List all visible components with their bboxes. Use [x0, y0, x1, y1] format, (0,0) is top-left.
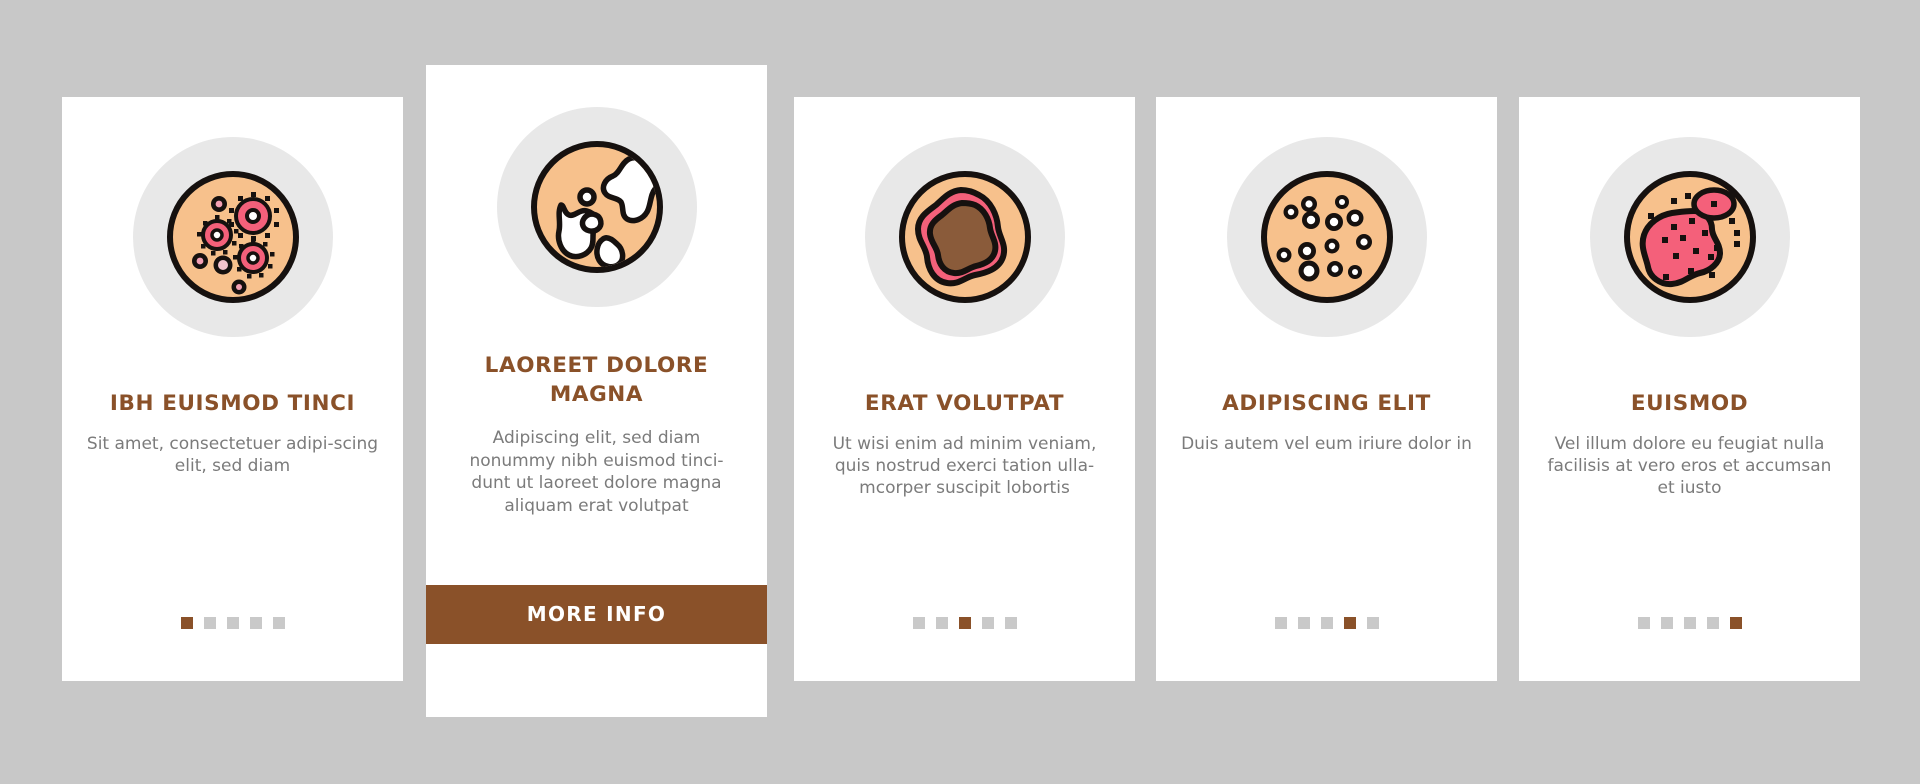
- card-5-icon-area: [1589, 137, 1790, 337]
- onboarding-screens-container: IBH EUISMOD TINCI Sit amet, consectetuer…: [0, 0, 1920, 784]
- onboarding-card-5[interactable]: EUISMOD Vel illum dolore eu feugiat null…: [1519, 97, 1860, 681]
- skin-vitiligo-icon: [530, 141, 663, 273]
- card-3-body: Ut wisi enim ad minim veniam, quis nostr…: [832, 433, 1097, 499]
- onboarding-card-3[interactable]: ERAT VOLUTPAT Ut wisi enim ad minim veni…: [794, 97, 1135, 681]
- onboarding-card-2[interactable]: LAOREET DOLORE MAGNA Adipiscing elit, se…: [426, 65, 767, 717]
- card-4-title: ADIPISCING ELIT: [1222, 391, 1431, 416]
- card-4-pagination-dots[interactable]: [1274, 617, 1379, 629]
- pagination-dot-5[interactable]: [1729, 617, 1742, 629]
- pagination-dot-5[interactable]: [1004, 617, 1017, 629]
- onboarding-card-4[interactable]: ADIPISCING ELIT Duis autem vel eum iriur…: [1156, 97, 1497, 681]
- pagination-dot-4[interactable]: [249, 617, 262, 629]
- pagination-dot-1[interactable]: [1637, 617, 1650, 629]
- pagination-dot-3[interactable]: [1683, 617, 1696, 629]
- pagination-dot-2[interactable]: [935, 617, 948, 629]
- card-3-pagination-dots[interactable]: [912, 617, 1017, 629]
- card-1-pagination-dots[interactable]: [180, 617, 285, 629]
- skin-pores-icon: [1260, 171, 1393, 303]
- pagination-dot-5[interactable]: [272, 617, 285, 629]
- card-5-pagination-dots[interactable]: [1637, 617, 1742, 629]
- pagination-dot-1[interactable]: [180, 617, 193, 629]
- onboarding-card-1[interactable]: IBH EUISMOD TINCI Sit amet, consectetuer…: [62, 97, 403, 681]
- pagination-dot-4[interactable]: [1343, 617, 1356, 629]
- pagination-dot-2[interactable]: [203, 617, 216, 629]
- pagination-dot-4[interactable]: [981, 617, 994, 629]
- pagination-dot-3[interactable]: [226, 617, 239, 629]
- skin-mole-melanoma-icon: [898, 171, 1031, 303]
- card-1-icon-area: [132, 137, 333, 337]
- card-2-bottom-pad: [426, 644, 767, 717]
- skin-germs-icon: [166, 171, 299, 303]
- pagination-dot-1[interactable]: [1274, 617, 1287, 629]
- pagination-dot-4[interactable]: [1706, 617, 1719, 629]
- card-2-icon-area: [496, 107, 697, 307]
- card-2-title: LAOREET DOLORE MAGNA: [484, 353, 709, 407]
- card-2-body: Adipiscing elit, sed diam nonummy nibh e…: [469, 428, 724, 516]
- pagination-dot-5[interactable]: [1366, 617, 1379, 629]
- card-4-body: Duis autem vel eum iriure dolor in: [1181, 433, 1472, 454]
- pagination-dot-3[interactable]: [958, 617, 971, 629]
- pagination-dot-3[interactable]: [1320, 617, 1333, 629]
- card-1-title: IBH EUISMOD TINCI: [109, 391, 356, 416]
- pagination-dot-1[interactable]: [912, 617, 925, 629]
- card-3-icon-area: [864, 137, 1065, 337]
- card-3-title: ERAT VOLUTPAT: [864, 391, 1065, 416]
- pagination-dot-2[interactable]: [1297, 617, 1310, 629]
- card-4-icon-area: [1226, 137, 1427, 337]
- more-info-button[interactable]: MORE INFO: [426, 585, 767, 644]
- skin-rash-icon: [1623, 171, 1756, 303]
- card-5-body: Vel illum dolore eu feugiat nulla facili…: [1547, 433, 1832, 499]
- card-5-title: EUISMOD: [1630, 391, 1749, 416]
- card-1-body: Sit amet, consectetuer adipi-scing elit,…: [86, 433, 379, 477]
- pagination-dot-2[interactable]: [1660, 617, 1673, 629]
